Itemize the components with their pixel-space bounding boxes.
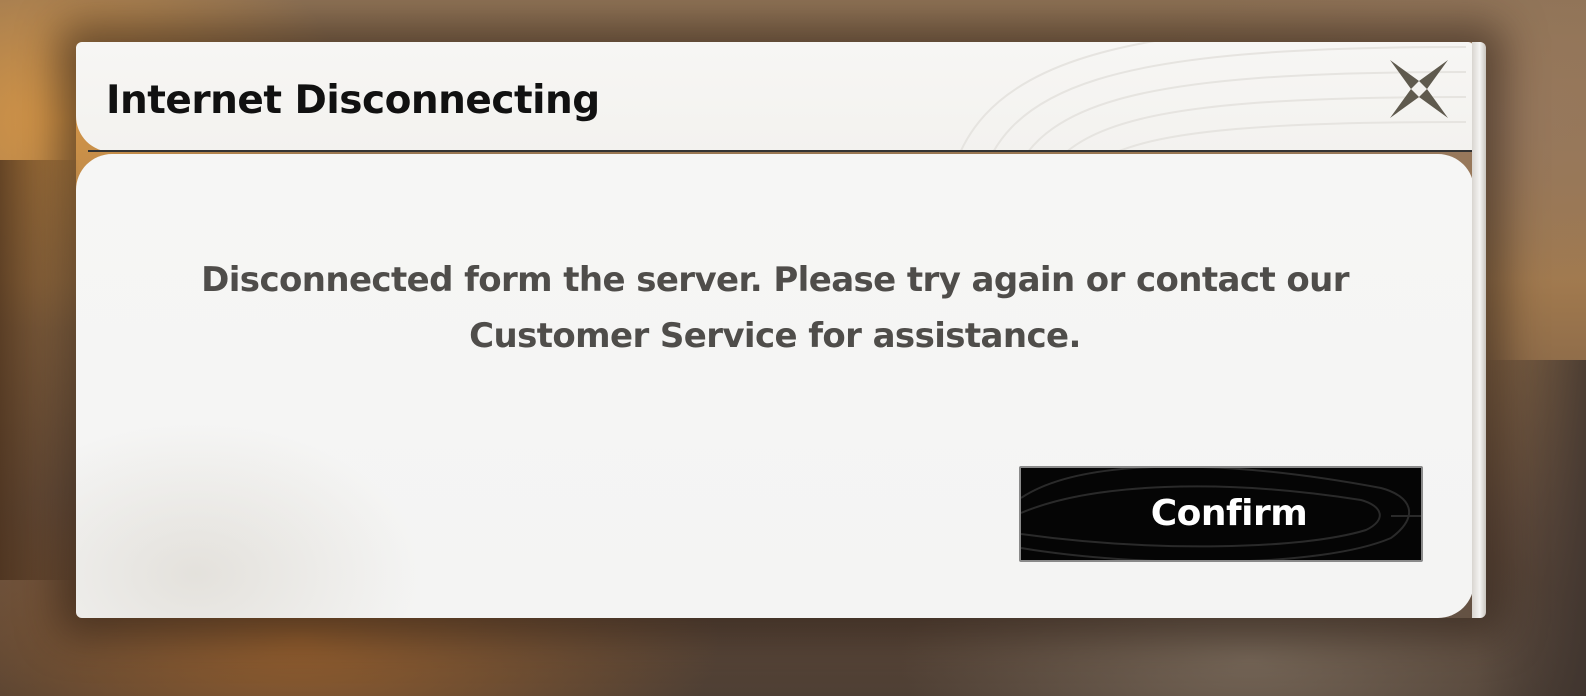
confirm-button-label: Confirm — [1150, 493, 1308, 534]
background-scenery-left — [0, 160, 80, 580]
dialog-header: Internet Disconnecting — [76, 42, 1474, 152]
disconnect-dialog: Internet Disconnecting Disconnected form… — [76, 42, 1486, 618]
dialog-message-line-1: Disconnected form the server. Please try… — [201, 260, 1349, 300]
close-x-icon — [1390, 60, 1448, 118]
header-divider — [88, 150, 1474, 152]
dialog-body: Disconnected form the server. Please try… — [76, 154, 1474, 618]
close-button[interactable] — [1386, 56, 1452, 122]
dialog-right-edge — [1472, 42, 1486, 618]
background-scenery-right — [1476, 360, 1586, 696]
dialog-message-line-2: Customer Service for assistance. — [469, 316, 1081, 356]
header-arc-decoration — [959, 42, 1466, 152]
dialog-title: Internet Disconnecting — [106, 78, 600, 123]
confirm-button[interactable]: Confirm — [1019, 466, 1423, 562]
dialog-message: Disconnected form the server. Please try… — [76, 252, 1474, 364]
